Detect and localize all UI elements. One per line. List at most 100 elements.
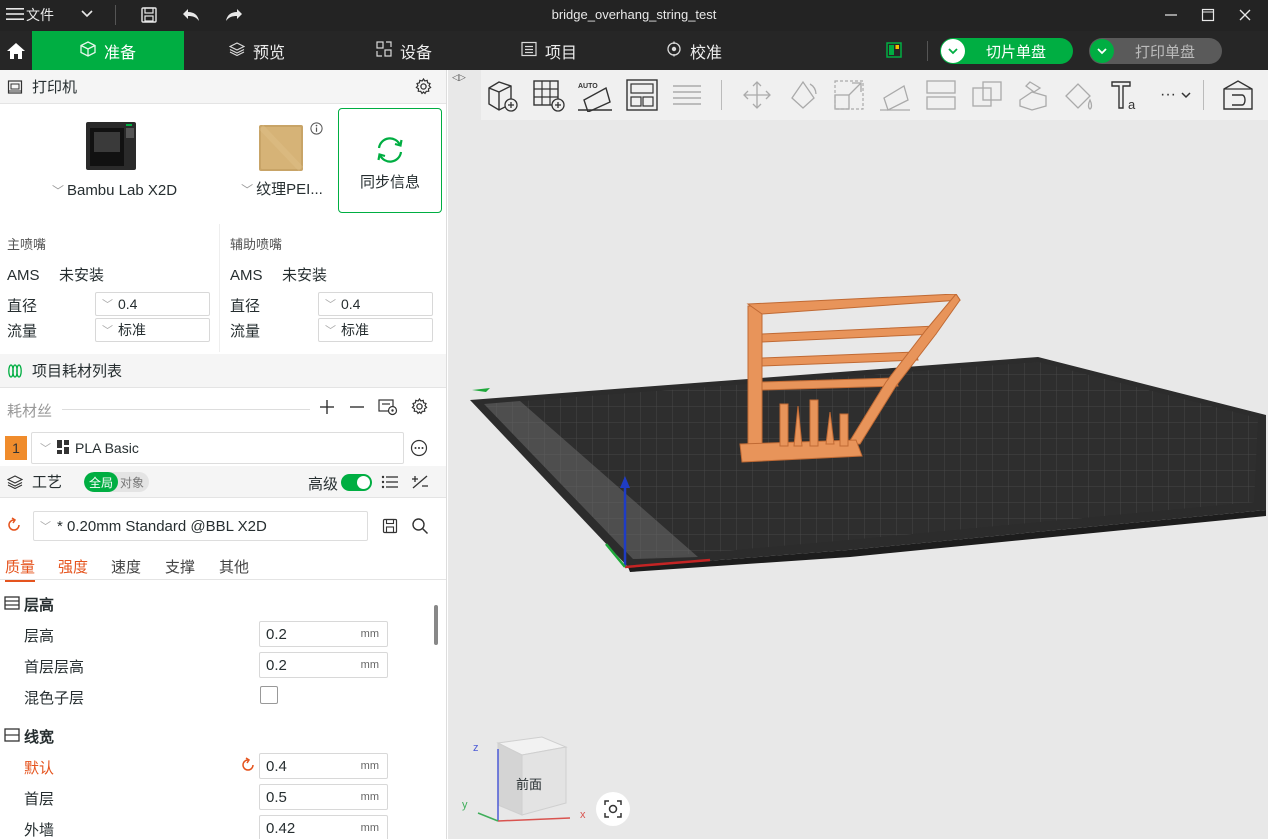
- layout-icon[interactable]: [886, 42, 902, 58]
- slice-plate-button[interactable]: 切片单盘: [940, 38, 1073, 64]
- layer-height-input[interactable]: 0.2 mm: [259, 621, 388, 647]
- boolean-icon[interactable]: [968, 76, 1006, 114]
- toolbar-divider: [1203, 80, 1204, 110]
- rotate-icon[interactable]: [784, 76, 822, 114]
- process-preset-select[interactable]: ﹀ * 0.20mm Standard @BBL X2D: [33, 511, 368, 541]
- view-navigation-cube[interactable]: 前面 z y x: [462, 725, 600, 830]
- more-tools-label: ···: [1160, 86, 1176, 103]
- auto-orient-icon[interactable]: AUTO: [576, 76, 614, 114]
- scale-icon[interactable]: [830, 76, 868, 114]
- advanced-toggle[interactable]: [341, 474, 372, 491]
- first-layer-line-width-input[interactable]: 0.5 mm: [259, 784, 388, 810]
- reset-icon[interactable]: [240, 757, 256, 776]
- compare-icon[interactable]: [411, 474, 429, 494]
- lay-on-face-icon[interactable]: [876, 76, 914, 114]
- aux-nozzle-panel: 辅助喷嘴 AMS 未安装 直径 ﹀ 0.4 流量 ﹀ 标准: [223, 224, 443, 352]
- filament-slot-number[interactable]: 1: [5, 436, 27, 460]
- filament-manager-icon[interactable]: [378, 398, 398, 419]
- printer-image: [84, 120, 138, 172]
- minimize-icon[interactable]: [1160, 4, 1182, 26]
- outer-wall-line-width-input[interactable]: 0.42 mm: [259, 815, 388, 839]
- filament-list-label: 耗材丝: [7, 403, 53, 420]
- list-icon: [521, 41, 537, 60]
- save-preset-icon[interactable]: [382, 518, 398, 537]
- printer-icon: [6, 78, 24, 96]
- close-icon[interactable]: [1234, 4, 1256, 26]
- textured-pei-plate-image: [258, 124, 304, 172]
- tab-project[interactable]: 项目: [497, 31, 601, 70]
- tab-quality[interactable]: 质量: [5, 556, 36, 582]
- info-icon[interactable]: [310, 122, 323, 138]
- tab-preview-label: 预览: [252, 44, 285, 62]
- add-icon[interactable]: [318, 398, 336, 419]
- remove-icon[interactable]: [348, 398, 366, 419]
- move-icon[interactable]: [738, 76, 776, 114]
- tab-calibration[interactable]: 校准: [642, 31, 746, 70]
- line-width-group-title: 线宽: [4, 726, 54, 747]
- filament-section-title: 项目耗材列表: [32, 363, 123, 380]
- reset-icon[interactable]: [6, 517, 22, 536]
- default-line-width-input[interactable]: 0.4 mm: [259, 753, 388, 779]
- cube-front-label[interactable]: 前面: [516, 774, 542, 793]
- tab-others[interactable]: 其他: [219, 556, 249, 577]
- first-layer-height-input[interactable]: 0.2 mm: [259, 652, 388, 678]
- sync-icon: [374, 137, 406, 166]
- tab-speed[interactable]: 速度: [111, 556, 141, 577]
- outer-wall-line-width-label: 外墙: [24, 822, 55, 839]
- layer-height-group-title: 层高: [4, 594, 54, 615]
- 3d-viewport[interactable]: ◁▷ 前面 z y x: [448, 70, 1268, 839]
- gear-icon[interactable]: [415, 77, 432, 99]
- chevron-down-icon: ﹀: [40, 521, 51, 533]
- collapse-panel-icon[interactable]: ◁▷: [452, 72, 466, 83]
- text-emboss-icon[interactable]: a: [1106, 76, 1144, 114]
- process-preset-label: * 0.20mm Standard @BBL X2D: [57, 517, 267, 535]
- main-nozzle-diameter-select[interactable]: ﹀ 0.4: [95, 292, 210, 316]
- main-nozzle-panel: 主喷嘴 AMS 未安装 直径 ﹀ 0.4 流量 ﹀ 标准: [0, 224, 220, 352]
- gear-icon[interactable]: [411, 397, 428, 418]
- tab-prepare[interactable]: 准备: [32, 31, 184, 70]
- support-paint-icon[interactable]: [1014, 76, 1052, 114]
- home-icon[interactable]: [0, 31, 32, 70]
- cut-icon[interactable]: [922, 76, 960, 114]
- plate-select-card[interactable]: ﹀ 纹理PEI...: [232, 108, 332, 213]
- more-tools-button[interactable]: ···: [1153, 76, 1199, 114]
- toggle-global[interactable]: 全局: [84, 471, 119, 492]
- tab-preview[interactable]: 预览: [205, 31, 309, 70]
- search-icon[interactable]: [411, 517, 429, 538]
- cube-icon: [80, 41, 96, 60]
- axis-z-label: z: [473, 742, 479, 754]
- arrange-icon[interactable]: [623, 76, 661, 114]
- list-view-icon[interactable]: [381, 474, 399, 494]
- add-plate-icon[interactable]: [529, 76, 567, 114]
- toggle-object[interactable]: 对象: [118, 472, 149, 492]
- tab-device[interactable]: 设备: [352, 31, 456, 70]
- split-layers-icon[interactable]: [668, 76, 706, 114]
- window-title: bridge_overhang_string_test: [551, 7, 717, 22]
- settings-scrollbar[interactable]: [434, 605, 438, 645]
- global-object-toggle[interactable]: 全局 对象: [84, 471, 150, 492]
- chevron-down-icon[interactable]: [941, 39, 965, 63]
- bridge-model[interactable]: [736, 294, 966, 474]
- plate-name-label: ﹀ 纹理PEI...: [241, 181, 323, 198]
- filament-type-select[interactable]: ﹀ PLA Basic: [31, 432, 404, 464]
- aux-nozzle-flow-label: 流量: [230, 323, 261, 340]
- sync-info-button[interactable]: 同步信息: [338, 108, 442, 213]
- fit-view-icon[interactable]: [596, 792, 630, 826]
- main-nozzle-flow-select[interactable]: ﹀ 标准: [95, 318, 210, 342]
- aux-nozzle-flow-select[interactable]: ﹀ 标准: [318, 318, 433, 342]
- more-options-icon[interactable]: [410, 439, 428, 460]
- mixed-sublayer-checkbox[interactable]: [260, 686, 278, 704]
- maximize-icon[interactable]: [1197, 4, 1219, 26]
- print-plate-button[interactable]: 打印单盘: [1089, 38, 1222, 64]
- sync-info-label: 同步信息: [359, 174, 420, 191]
- tab-strength[interactable]: 强度: [58, 556, 88, 577]
- aux-nozzle-diameter-select[interactable]: ﹀ 0.4: [318, 292, 433, 316]
- printer-select-card[interactable]: ﹀ Bambu Lab X2D: [2, 108, 227, 213]
- assembly-view-icon[interactable]: [1219, 76, 1257, 114]
- add-object-icon[interactable]: [483, 76, 521, 114]
- filament-toolbar: 耗材丝: [0, 388, 446, 428]
- color-paint-icon[interactable]: [1060, 76, 1098, 114]
- left-settings-panel: 打印机 ﹀ Bambu Lab X2D ﹀ 纹理PEI... 同步信息 主喷嘴 …: [0, 70, 447, 839]
- tab-support[interactable]: 支撑: [165, 556, 195, 577]
- chevron-down-icon[interactable]: [1090, 39, 1114, 63]
